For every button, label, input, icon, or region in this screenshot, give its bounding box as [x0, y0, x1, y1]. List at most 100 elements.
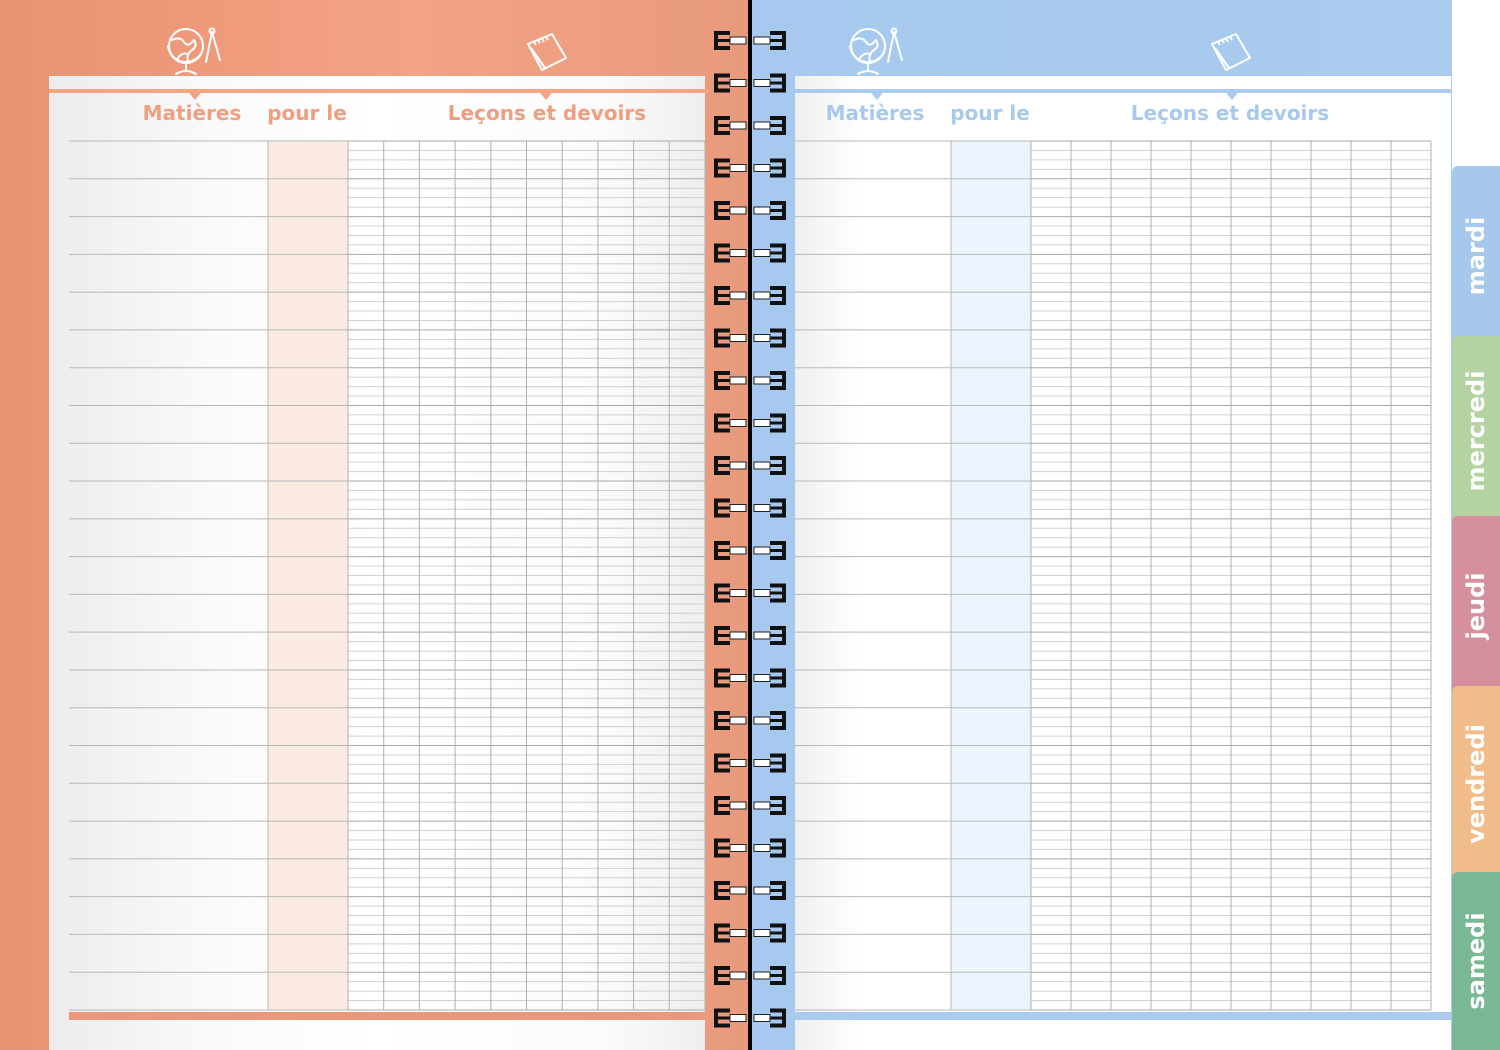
spiral-ring	[782, 498, 786, 518]
spiral-ring	[782, 796, 786, 815]
spiral-ring	[714, 371, 718, 390]
spiral-ring	[753, 334, 771, 342]
spiral-ring	[753, 376, 771, 385]
spiral-ring	[729, 929, 747, 937]
spiral-ring	[753, 971, 771, 980]
spiral-ring	[714, 626, 718, 645]
spiral-ring	[729, 79, 747, 87]
spiral-ring	[729, 716, 747, 725]
spiral-ring	[714, 73, 718, 93]
spiral-ring	[729, 504, 747, 512]
spiral-ring	[753, 164, 771, 172]
spiral-ring	[782, 1008, 786, 1028]
spiral-ring	[782, 753, 786, 773]
spiral-ring	[729, 1014, 747, 1022]
spiral-ring	[714, 881, 718, 900]
spiral-ring	[714, 31, 718, 50]
spiral-ring	[729, 546, 747, 555]
spiral-ring	[782, 201, 786, 220]
spiral-ring	[782, 31, 786, 50]
spiral-ring	[753, 121, 771, 130]
spiral-ring	[714, 201, 718, 220]
spiral-ring	[753, 419, 771, 427]
tab-label: vendredi	[1462, 724, 1490, 844]
spiral-ring	[782, 881, 786, 900]
right-homework-grid	[795, 140, 1432, 1011]
spiral-ring	[714, 286, 718, 305]
spiral-ring	[782, 116, 786, 135]
spiral-ring	[782, 711, 786, 730]
spiral-ring	[729, 164, 747, 172]
spiral-ring	[782, 668, 786, 688]
left-homework-grid	[69, 140, 706, 1011]
spiral-ring	[753, 36, 771, 45]
spiral-ring	[714, 456, 718, 475]
spiral-ring	[729, 759, 747, 767]
spiral-ring	[753, 929, 771, 937]
left-footer-strip	[69, 1012, 705, 1020]
spiral-ring	[753, 886, 771, 895]
spiral-ring	[729, 971, 747, 980]
spiral-ring	[729, 419, 747, 427]
tab-vendredi[interactable]: vendredi	[1452, 686, 1500, 882]
spiral-ring	[782, 328, 786, 348]
tab-label: jeudi	[1462, 572, 1490, 640]
spiral-ring	[714, 243, 718, 263]
spiral-ring	[753, 1014, 771, 1022]
spiral-ring	[753, 589, 771, 597]
spiral-ring	[753, 716, 771, 725]
spiral-ring	[714, 583, 718, 603]
spiral-ring	[782, 456, 786, 475]
spiral-ring	[714, 796, 718, 815]
due-column-tint	[951, 141, 1031, 1010]
spiral-ring	[782, 838, 786, 858]
spiral-ring	[729, 291, 747, 300]
spiral-ring	[714, 966, 718, 985]
spiral-ring	[729, 844, 747, 852]
spiral-ring	[782, 541, 786, 560]
spiral-ring	[753, 674, 771, 682]
spiral-ring	[714, 711, 718, 730]
spiral-ring	[753, 844, 771, 852]
spiral-ring	[753, 206, 771, 215]
spiral-ring	[782, 626, 786, 645]
tab-samedi[interactable]: samedi	[1452, 872, 1500, 1050]
spiral-ring	[714, 753, 718, 773]
spiral-ring	[714, 328, 718, 348]
spiral-ring	[729, 674, 747, 682]
tab-jeudi[interactable]: jeudi	[1452, 516, 1500, 696]
tab-mercredi[interactable]: mercredi	[1452, 336, 1500, 526]
spiral-ring	[753, 631, 771, 640]
spiral-ring	[714, 838, 718, 858]
tab-label: mardi	[1462, 216, 1490, 296]
spiral-ring	[729, 121, 747, 130]
spiral-ring	[782, 243, 786, 263]
spiral-ring	[782, 158, 786, 178]
spiral-ring	[782, 413, 786, 433]
spiral-ring	[753, 79, 771, 87]
spiral-ring	[729, 206, 747, 215]
spiral-ring	[729, 461, 747, 470]
spiral-ring	[729, 589, 747, 597]
spiral-ring	[714, 158, 718, 178]
spiral-ring	[782, 286, 786, 305]
spiral-ring	[714, 413, 718, 433]
tab-label: mercredi	[1462, 370, 1490, 492]
spiral-ring	[729, 249, 747, 257]
spiral-ring	[753, 461, 771, 470]
tab-mardi[interactable]: mardi	[1452, 166, 1500, 346]
spiral-ring	[753, 504, 771, 512]
spiral-ring	[729, 801, 747, 810]
spiral-ring	[782, 371, 786, 390]
spiral-binding	[714, 31, 786, 1028]
spiral-ring	[782, 73, 786, 93]
spiral-ring	[753, 759, 771, 767]
spiral-ring	[753, 801, 771, 810]
spiral-ring	[729, 886, 747, 895]
spiral-ring	[782, 583, 786, 603]
spiral-ring	[714, 498, 718, 518]
due-column-tint	[268, 141, 348, 1010]
tab-label: samedi	[1462, 912, 1490, 1010]
spiral-ring	[729, 631, 747, 640]
spiral-ring	[714, 1008, 718, 1028]
